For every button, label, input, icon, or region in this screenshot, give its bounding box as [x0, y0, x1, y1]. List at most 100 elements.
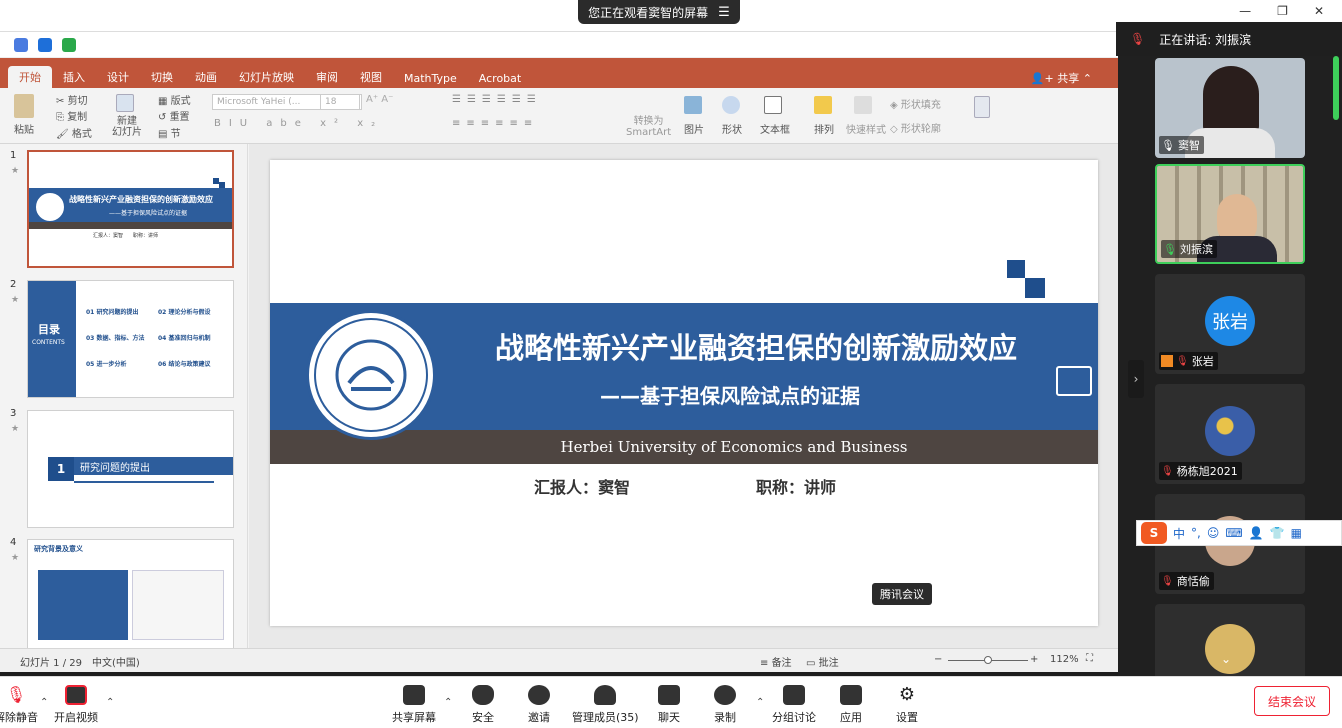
- thumbnail-slide-2[interactable]: 目录 CONTENTS 01 研究问题的提出 02 理论分析与假设 03 数据、…: [27, 280, 234, 398]
- current-slide[interactable]: Herbei University of Economics and Busin…: [270, 160, 1098, 626]
- ime-punct[interactable]: °,: [1191, 526, 1201, 540]
- tab-animations[interactable]: 动画: [184, 69, 228, 88]
- fit-icon[interactable]: ⛶: [1086, 653, 1093, 664]
- app-icon[interactable]: [14, 37, 28, 52]
- collapse-panel-button[interactable]: ›: [1128, 360, 1144, 398]
- thumb-number: 3: [10, 408, 17, 419]
- textbox-icon[interactable]: [764, 96, 782, 114]
- picture-icon[interactable]: [684, 96, 702, 114]
- quick-style-icon[interactable]: [854, 96, 872, 114]
- notes-button[interactable]: ≡ 备注: [760, 654, 792, 669]
- shield-icon: [472, 685, 494, 705]
- designer-icon[interactable]: [974, 96, 990, 118]
- chevron-up-icon[interactable]: ⌃: [106, 697, 114, 708]
- chevron-up-icon[interactable]: ⌃: [444, 697, 452, 708]
- tab-insert[interactable]: 插入: [52, 69, 96, 88]
- section-button[interactable]: ▤ 节: [158, 125, 181, 140]
- video-off-icon: [65, 685, 87, 705]
- chat-icon: [658, 685, 680, 705]
- close-icon[interactable]: ✕: [1314, 4, 1324, 18]
- record-button[interactable]: 录制: [714, 685, 736, 725]
- cut-button[interactable]: ✂ 剪切: [56, 92, 88, 107]
- participant-name: 窦智: [1177, 139, 1200, 152]
- breakout-button[interactable]: 分组讨论: [772, 685, 816, 725]
- security-button[interactable]: 安全: [472, 685, 494, 725]
- unmute-button[interactable]: 🎙 解除静音: [0, 685, 38, 725]
- tab-view[interactable]: 视图: [349, 69, 393, 88]
- tab-review[interactable]: 审阅: [305, 69, 349, 88]
- language[interactable]: 中文(中国): [92, 654, 140, 669]
- members-icon: [594, 685, 617, 705]
- reset-label: 重置: [169, 112, 190, 123]
- align-icons[interactable]: ≡≡≡≡≡≡: [452, 118, 538, 129]
- toc-item: 03 数据、指标、方法: [86, 335, 145, 342]
- shapes-icon[interactable]: [722, 96, 740, 114]
- font-size-input[interactable]: 18: [320, 94, 360, 110]
- start-video-button[interactable]: 开启视频: [54, 685, 98, 725]
- sogou-logo[interactable]: S: [1141, 522, 1167, 544]
- tab-transitions[interactable]: 切换: [140, 69, 184, 88]
- new-slide-icon[interactable]: [116, 94, 134, 112]
- convert-smartart-label[interactable]: 转换为 SmartArt: [626, 116, 671, 138]
- minimize-icon[interactable]: —: [1239, 4, 1251, 18]
- ime-lang[interactable]: 中: [1173, 525, 1185, 542]
- apps-button[interactable]: 应用: [840, 685, 862, 725]
- paragraph-icons[interactable]: ☰☰☰☰☰☰: [452, 94, 542, 105]
- zoom-in-icon[interactable]: +: [1030, 654, 1038, 665]
- breakout-icon: [783, 685, 805, 705]
- manage-members-button[interactable]: 管理成员(35): [572, 685, 639, 725]
- zoom-out-icon[interactable]: −: [934, 654, 942, 665]
- toc-item: 05 进一步分析: [86, 361, 127, 368]
- tab-mathtype[interactable]: MathType: [393, 72, 468, 88]
- tab-acrobat[interactable]: Acrobat: [468, 72, 532, 88]
- participant-tile[interactable]: 🎙 刘振滨: [1155, 164, 1305, 264]
- user-icon[interactable]: 👤: [1249, 526, 1264, 540]
- comments-button[interactable]: ▭ 批注: [806, 654, 839, 669]
- paste-label: 粘贴: [14, 125, 34, 136]
- arrange-label: 排列: [814, 125, 834, 136]
- zoom-thumb[interactable]: [984, 656, 992, 664]
- chevron-down-icon[interactable]: ⌄: [1221, 652, 1231, 666]
- shirt-icon[interactable]: 👕: [1270, 526, 1285, 540]
- reset-button[interactable]: ↺ 重置: [158, 108, 190, 123]
- shape-fill-button[interactable]: ◈ 形状填充: [890, 96, 941, 111]
- participant-tile[interactable]: 🎙 窦智: [1155, 58, 1305, 158]
- grid-icon[interactable]: ▦: [1291, 526, 1302, 540]
- paste-icon[interactable]: [14, 94, 34, 118]
- chevron-up-icon[interactable]: ⌃: [40, 697, 48, 708]
- textbox-label: 文本框: [760, 125, 790, 136]
- star-icon: ★: [11, 553, 20, 563]
- tab-home[interactable]: 开始: [8, 66, 52, 88]
- shape-outline-button[interactable]: ◇ 形状轮廓: [890, 120, 941, 135]
- share-screen-button[interactable]: 共享屏幕: [392, 685, 436, 725]
- signal-icon[interactable]: [62, 37, 76, 52]
- layout-button[interactable]: ▦ 版式: [158, 92, 191, 107]
- arrange-icon[interactable]: [814, 96, 832, 114]
- thumbnail-slide-4[interactable]: 研究背景及意义: [27, 539, 234, 657]
- settings-label: 设置: [896, 711, 918, 724]
- participant-tile[interactable]: 张岩 🎙 张岩: [1155, 274, 1305, 374]
- mic-icon: 🎙: [1161, 138, 1175, 152]
- format-painter-button[interactable]: 🖌 格式: [56, 125, 92, 140]
- restore-icon[interactable]: ❐: [1277, 4, 1288, 18]
- mic-off-icon: 🎙: [5, 685, 27, 704]
- font-style-icons[interactable]: BIU abe x² x₂: [214, 118, 383, 129]
- tab-design[interactable]: 设计: [96, 69, 140, 88]
- settings-button[interactable]: ⚙ 设置: [896, 685, 918, 725]
- menu-icon[interactable]: ☰: [718, 5, 730, 20]
- chat-button[interactable]: 聊天: [658, 685, 680, 725]
- copy-button[interactable]: ⎘ 复制: [56, 108, 87, 123]
- thumbnail-slide-1[interactable]: 战略性新兴产业融资担保的创新激励效应 ——基于担保风险试点的证据 汇报人：窦智 …: [27, 150, 234, 268]
- books-icon: [1056, 366, 1092, 396]
- share-button[interactable]: 👤+ 共享 ⌃: [1031, 70, 1092, 86]
- end-meeting-button[interactable]: 结束会议: [1254, 686, 1330, 716]
- chevron-up-icon[interactable]: ⌃: [756, 697, 764, 708]
- tab-slideshow[interactable]: 幻灯片放映: [228, 69, 305, 88]
- font-grow-icon[interactable]: A⁺ A⁻: [366, 94, 393, 105]
- thumbnail-slide-3[interactable]: 1 研究问题的提出: [27, 410, 234, 528]
- participant-tile[interactable]: 🎙 杨栋旭2021: [1155, 384, 1305, 484]
- keyboard-icon[interactable]: ⌨: [1225, 526, 1242, 540]
- emoji-icon[interactable]: ☺: [1207, 526, 1220, 540]
- shield-icon[interactable]: [38, 37, 52, 52]
- invite-button[interactable]: 邀请: [528, 685, 550, 725]
